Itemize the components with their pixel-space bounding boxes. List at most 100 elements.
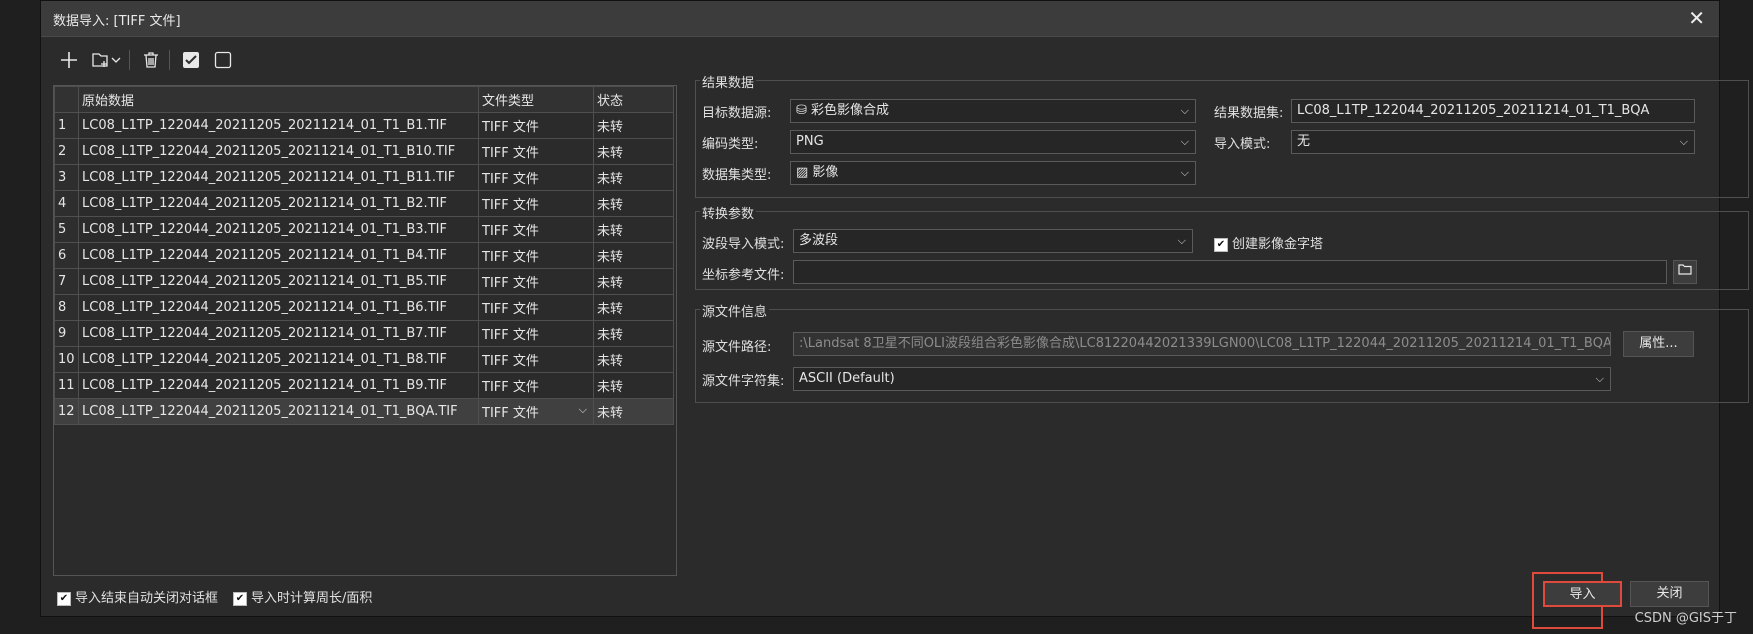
encoding-type-label: 编码类型: — [702, 137, 759, 152]
result-dataset-label: 结果数据集: — [1214, 106, 1284, 121]
status-cell: 未转 — [593, 268, 674, 295]
table-header-row: 原始数据 文件类型 状态 — [54, 86, 674, 113]
row-index-cell-text: 7 — [58, 274, 67, 289]
header-status[interactable]: 状态 — [593, 86, 674, 113]
select-all-icon[interactable] — [177, 46, 205, 74]
source-data-cell-text: LC08_L1TP_122044_20211205_20211214_01_T1… — [82, 274, 447, 289]
data-import-dialog: 数据导入: [TIFF 文件] ✕ 原始数据 文件类型 状态 1 LC08_L1… — [40, 0, 1749, 629]
status-cell-text: 未转 — [597, 328, 624, 343]
status-cell-text: 未转 — [597, 146, 624, 161]
row-index-cell: 8 — [54, 294, 79, 321]
source-file-grid[interactable]: 原始数据 文件类型 状态 1 LC08_L1TP_122044_20211205_… — [53, 85, 677, 576]
file-type-cell-text: TIFF 文件 — [482, 328, 539, 343]
auto-close-checkbox[interactable]: ✔ 导入结束自动关闭对话框 — [57, 587, 218, 606]
row-index-cell-text: 11 — [58, 378, 75, 393]
table-row[interactable]: 12 LC08_L1TP_122044_20211205_20211214_01_… — [54, 398, 674, 425]
table-row[interactable]: 5 LC08_L1TP_122044_20211205_20211214_01_T… — [54, 216, 674, 243]
import-button[interactable]: 导入 — [1543, 581, 1622, 607]
group-title: 转换参数 — [700, 203, 757, 222]
source-data-cell: LC08_L1TP_122044_20211205_20211214_01_T1… — [78, 268, 479, 295]
source-data-cell: LC08_L1TP_122044_20211205_20211214_01_T1… — [78, 372, 479, 399]
row-index-cell: 5 — [54, 216, 79, 243]
target-datasource-select[interactable]: ⛁ 彩色影像合成 ⌵ — [790, 99, 1196, 123]
encoding-type-value: PNG — [796, 134, 824, 149]
result-data-group: 结果数据 目标数据源: ⛁ 彩色影像合成 ⌵ 结果数据集: LC08_L1TP_… — [695, 72, 1749, 198]
table-row[interactable]: 7 LC08_L1TP_122044_20211205_20211214_01_T… — [54, 268, 674, 295]
checkbox-checked-icon[interactable]: ✔ — [233, 591, 247, 606]
source-data-cell-text: LC08_L1TP_122044_20211205_20211214_01_T1… — [82, 404, 458, 419]
row-index-cell-text: 4 — [58, 196, 67, 211]
band-mode-select[interactable]: 多波段 ⌵ — [793, 229, 1193, 253]
source-data-cell: LC08_L1TP_122044_20211205_20211214_01_T1… — [78, 398, 479, 425]
source-data-cell-text: LC08_L1TP_122044_20211205_20211214_01_T1… — [82, 170, 456, 185]
folder-icon — [1678, 264, 1692, 275]
row-index-cell-text: 12 — [58, 404, 75, 419]
checkbox-checked-icon[interactable]: ✔ — [57, 591, 71, 606]
group-title: 结果数据 — [700, 72, 757, 91]
table-row[interactable]: 10 LC08_L1TP_122044_20211205_20211214_01_… — [54, 346, 674, 373]
file-type-cell: TIFF 文件 — [478, 164, 594, 191]
table-row[interactable]: 3 LC08_L1TP_122044_20211205_20211214_01_T… — [54, 164, 674, 191]
row-index-cell: 4 — [54, 190, 79, 217]
charset-select[interactable]: ASCII (Default) ⌵ — [793, 367, 1611, 391]
row-index-cell-text: 2 — [58, 144, 67, 159]
coord-file-input[interactable] — [793, 260, 1667, 284]
table-row[interactable]: 11 LC08_L1TP_122044_20211205_20211214_01_… — [54, 372, 674, 399]
status-cell-text: 未转 — [597, 302, 624, 317]
table-row[interactable]: 2 LC08_L1TP_122044_20211205_20211214_01_T… — [54, 138, 674, 165]
source-data-cell-text: LC08_L1TP_122044_20211205_20211214_01_T1… — [82, 326, 447, 341]
table-row[interactable]: 6 LC08_L1TP_122044_20211205_20211214_01_T… — [54, 242, 674, 269]
watermark: CSDN @GIS于丁 — [1634, 611, 1737, 626]
calc-perimeter-area-label: 导入时计算周长/面积 — [251, 591, 373, 606]
file-type-cell-text: TIFF 文件 — [482, 406, 539, 421]
add-icon[interactable] — [55, 46, 83, 74]
target-datasource-value: 彩色影像合成 — [811, 103, 890, 118]
chevron-down-icon[interactable] — [109, 46, 123, 74]
status-cell-text: 未转 — [597, 406, 624, 421]
file-type-cell: TIFF 文件 — [478, 372, 594, 399]
row-index-cell-text: 9 — [58, 326, 67, 341]
dataset-type-select[interactable]: ▨ 影像 ⌵ — [790, 161, 1196, 185]
row-index-cell: 9 — [54, 320, 79, 347]
row-index-cell: 10 — [54, 346, 79, 373]
calc-perimeter-area-checkbox[interactable]: ✔ 导入时计算周长/面积 — [233, 587, 372, 606]
checkbox-checked-icon[interactable]: ✔ — [1214, 237, 1228, 252]
source-data-cell-text: LC08_L1TP_122044_20211205_20211214_01_T1… — [82, 222, 447, 237]
group-title: 源文件信息 — [700, 301, 770, 320]
chevron-down-icon[interactable]: ⌵ — [579, 403, 587, 417]
table-row[interactable]: 8 LC08_L1TP_122044_20211205_20211214_01_T… — [54, 294, 674, 321]
properties-button[interactable]: 属性... — [1623, 331, 1694, 357]
header-source-data[interactable]: 原始数据 — [78, 86, 479, 113]
source-data-cell: LC08_L1TP_122044_20211205_20211214_01_T1… — [78, 242, 479, 269]
result-dataset-input[interactable]: LC08_L1TP_122044_20211205_20211214_01_T1… — [1291, 99, 1695, 123]
header-file-type[interactable]: 文件类型 — [478, 86, 594, 113]
file-type-cell: TIFF 文件 — [478, 216, 594, 243]
deselect-all-icon[interactable] — [209, 46, 237, 74]
source-data-cell: LC08_L1TP_122044_20211205_20211214_01_T1… — [78, 112, 479, 139]
row-index-cell-text: 10 — [58, 352, 75, 367]
charset-value: ASCII (Default) — [799, 371, 895, 386]
table-row[interactable]: 9 LC08_L1TP_122044_20211205_20211214_01_T… — [54, 320, 674, 347]
source-data-cell: LC08_L1TP_122044_20211205_20211214_01_T1… — [78, 346, 479, 373]
status-cell-text: 未转 — [597, 276, 624, 291]
file-type-cell: TIFF 文件 — [478, 112, 594, 139]
status-cell-text: 未转 — [597, 224, 624, 239]
file-type-cell: TIFF 文件 — [478, 320, 594, 347]
pyramid-checkbox[interactable]: ✔ 创建影像金字塔 — [1214, 233, 1323, 252]
chevron-down-icon: ⌵ — [1180, 166, 1189, 179]
encoding-type-select[interactable]: PNG ⌵ — [790, 130, 1196, 154]
row-index-cell: 12 — [54, 398, 79, 425]
dataset-type-label: 数据集类型: — [702, 168, 772, 183]
browse-folder-button[interactable] — [1673, 260, 1697, 284]
chevron-down-icon: ⌵ — [1595, 372, 1604, 385]
table-row[interactable]: 1 LC08_L1TP_122044_20211205_20211214_01_T… — [54, 112, 674, 139]
delete-icon[interactable] — [137, 46, 165, 74]
table-row[interactable]: 4 LC08_L1TP_122044_20211205_20211214_01_T… — [54, 190, 674, 217]
source-data-cell: LC08_L1TP_122044_20211205_20211214_01_T1… — [78, 190, 479, 217]
status-cell: 未转 — [593, 138, 674, 165]
source-data-cell: LC08_L1TP_122044_20211205_20211214_01_T1… — [78, 216, 479, 243]
import-mode-select[interactable]: 无 ⌵ — [1291, 130, 1695, 154]
close-icon[interactable]: ✕ — [1688, 6, 1705, 30]
file-type-cell-text: TIFF 文件 — [482, 120, 539, 135]
close-button[interactable]: 关闭 — [1630, 581, 1709, 607]
